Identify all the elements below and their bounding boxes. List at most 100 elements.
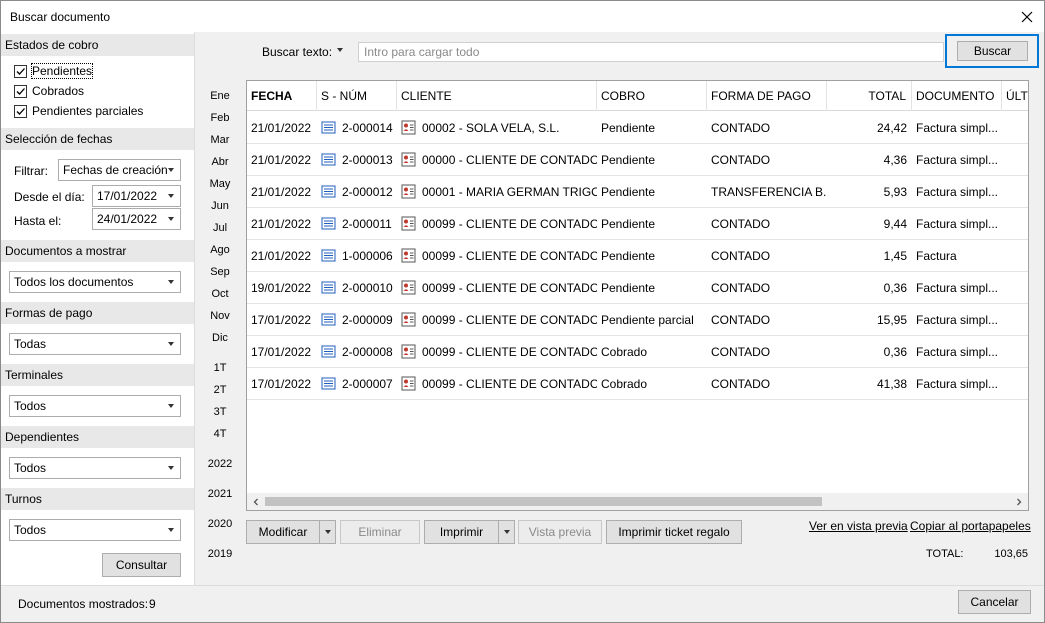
table-row[interactable]: 21/01/2022 1-000006 00099 - CLIENTE DE CON… [247,240,1028,272]
modificar-dropdown-chevron-icon[interactable] [319,520,336,544]
column-header[interactable]: FECHA [247,81,317,111]
chevron-down-icon[interactable] [162,334,180,354]
client-card-icon [401,184,416,199]
imprimir-dropdown-chevron-icon[interactable] [498,520,515,544]
month-abr[interactable]: Abr [201,156,239,168]
month-sep[interactable]: Sep [201,266,239,278]
month-mar[interactable]: Mar [201,134,239,146]
table-cell: Pendiente [597,240,707,272]
table-cell: Factura simpl... [912,304,1002,336]
column-header[interactable]: TOTAL [827,81,912,111]
column-header[interactable]: ÚLTI [1002,81,1028,111]
close-button[interactable] [1010,1,1044,32]
checkbox-pendientes-parciales[interactable]: Pendientes parciales [14,103,143,119]
table-row[interactable]: 21/01/2022 2-000012 00001 - MARIA GERMAN T… [247,176,1028,208]
modificar-button[interactable]: Modificar [246,520,320,544]
year-2022[interactable]: 2022 [201,458,239,470]
search-options-chevron-icon[interactable] [337,48,343,52]
month-jun[interactable]: Jun [201,200,239,212]
document-list-icon [321,313,336,326]
filtrar-select[interactable]: Fechas de creación [58,159,181,181]
month-oct[interactable]: Oct [201,288,239,300]
eliminar-button[interactable]: Eliminar [340,520,420,544]
table-cell: 21/01/2022 [247,208,317,240]
ticket-regalo-button[interactable]: Imprimir ticket regalo [606,520,742,544]
table-cell: Factura simpl... [912,144,1002,176]
quarter-4t[interactable]: 4T [201,428,239,440]
copiar-portapapeles-link[interactable]: Copiar al portapapeles [910,519,1031,533]
column-header[interactable]: CLIENTE [397,81,597,111]
table-cell: 00000 - CLIENTE DE CONTADO [397,144,597,176]
chevron-down-icon[interactable] [162,160,180,180]
scrollbar-thumb[interactable] [265,497,822,506]
turnos-select[interactable]: Todos [9,519,181,541]
year-2021[interactable]: 2021 [201,488,239,500]
hasta-date-picker[interactable]: 24/01/2022 [92,208,181,230]
horizontal-scrollbar[interactable] [247,493,1028,510]
month-jul[interactable]: Jul [201,222,239,234]
documentos-header: Documentos a mostrar [1,240,194,262]
table-row[interactable]: 21/01/2022 2-000013 00000 - CLIENTE DE CON… [247,144,1028,176]
column-header[interactable]: DOCUMENTO [912,81,1002,111]
month-ene[interactable]: Ene [201,90,239,102]
chevron-down-icon[interactable] [162,209,180,229]
chevron-down-icon[interactable] [162,272,180,292]
chevron-down-icon[interactable] [162,186,180,206]
table-cell: 2-000008 [317,336,397,368]
year-2020[interactable]: 2020 [201,518,239,530]
dependientes-select[interactable]: Todos [9,457,181,479]
cell-text: 21/01/2022 [251,153,312,167]
table-cell: CONTADO [707,240,827,272]
formas-select[interactable]: Todas [9,333,181,355]
checkbox-box[interactable] [14,64,27,78]
ver-vista-previa-link[interactable]: Ver en vista previa [809,519,908,533]
month-may[interactable]: May [201,178,239,190]
table-row[interactable]: 21/01/2022 2-000014 00002 - SOLA VELA, S.L… [247,112,1028,144]
table-row[interactable]: 19/01/2022 2-000010 00099 - CLIENTE DE CON… [247,272,1028,304]
quarter-2t[interactable]: 2T [201,384,239,396]
checkbox-pendientes[interactable]: Pendientes [14,63,94,79]
documents-table: FECHA S - NÚM CLIENTE COBRO FORMA DE PAGO TOT… [246,80,1029,511]
desde-date-picker[interactable]: 17/01/2022 [92,185,181,207]
checkbox-box[interactable] [14,84,27,98]
scroll-left-icon[interactable] [251,497,261,507]
table-cell: Factura [912,240,1002,272]
filtrar-value: Fechas de creación [63,163,168,177]
cell-text: TRANSFERENCIA B... [711,185,827,199]
table-row[interactable]: 17/01/2022 2-000008 00099 - CLIENTE DE CON… [247,336,1028,368]
document-list-icon [321,153,336,166]
table-cell: CONTADO [707,144,827,176]
cancelar-button[interactable]: Cancelar [958,590,1031,614]
chevron-down-icon[interactable] [162,520,180,540]
quarter-1t[interactable]: 1T [201,362,239,374]
year-2019[interactable]: 2019 [201,548,239,560]
table-row[interactable]: 17/01/2022 2-000009 00099 - CLIENTE DE CON… [247,304,1028,336]
column-header[interactable]: FORMA DE PAGO [707,81,827,111]
terminales-select[interactable]: Todos [9,395,181,417]
scroll-right-icon[interactable] [1014,497,1024,507]
month-nov[interactable]: Nov [201,310,239,322]
column-header[interactable]: S - NÚM [317,81,397,111]
vista-previa-button[interactable]: Vista previa [518,520,602,544]
chevron-down-icon[interactable] [162,458,180,478]
quarter-3t[interactable]: 3T [201,406,239,418]
cell-text: 00099 - CLIENTE DE CONTADO [422,217,597,231]
month-ago[interactable]: Ago [201,244,239,256]
chevron-down-icon[interactable] [162,396,180,416]
table-cell: CONTADO [707,368,827,400]
table-row[interactable]: 17/01/2022 2-000007 00099 - CLIENTE DE CON… [247,368,1028,400]
month-feb[interactable]: Feb [201,112,239,124]
imprimir-button[interactable]: Imprimir [424,520,499,544]
consultar-button[interactable]: Consultar [102,553,181,577]
buscar-button[interactable]: Buscar [957,41,1028,61]
documentos-select[interactable]: Todos los documentos [9,271,181,293]
checkbox-box[interactable] [14,104,27,118]
column-header[interactable]: COBRO [597,81,707,111]
table-row[interactable]: 21/01/2022 2-000011 00099 - CLIENTE DE CON… [247,208,1028,240]
table-cell: 00099 - CLIENTE DE CONTADO [397,368,597,400]
cell-text: 17/01/2022 [251,345,312,359]
month-dic[interactable]: Dic [201,332,239,344]
search-input[interactable] [358,42,944,62]
window-title: Buscar documento [10,10,111,24]
checkbox-cobrados[interactable]: Cobrados [14,83,84,99]
